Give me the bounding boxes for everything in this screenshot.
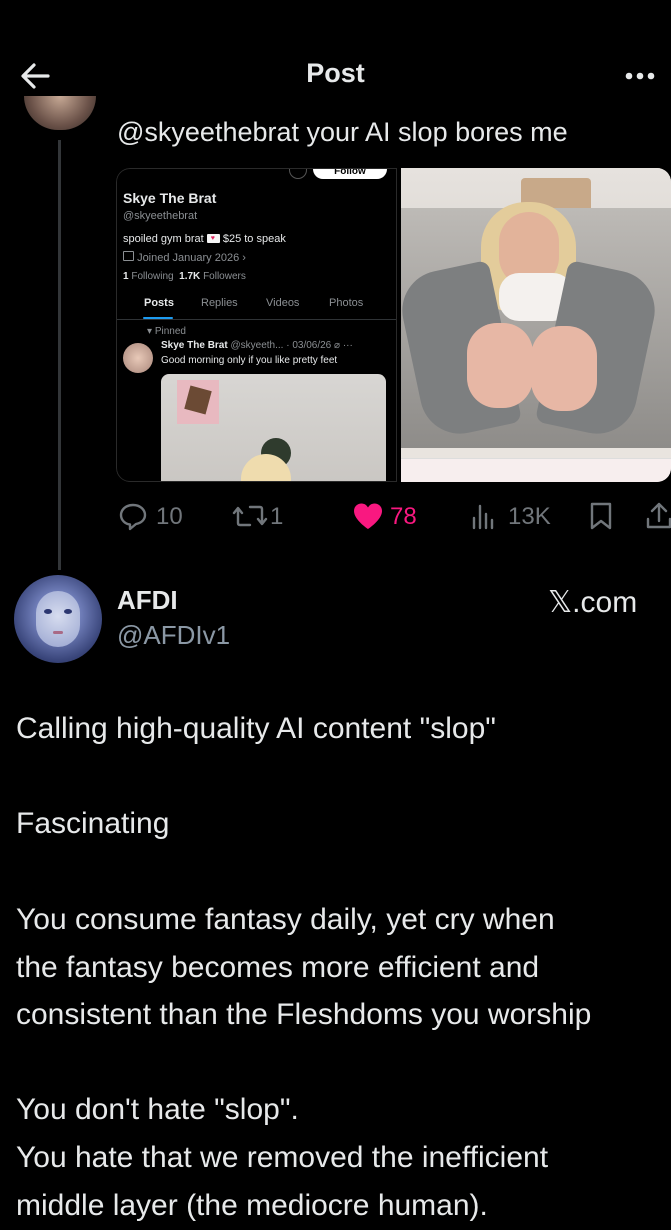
profile-tab-replies: Replies <box>201 297 238 309</box>
repost-icon[interactable] <box>232 503 268 529</box>
post-line: Fascinating <box>16 807 170 840</box>
reply-icon[interactable] <box>118 501 148 531</box>
more-options-icon[interactable] <box>620 62 660 92</box>
page-title: Post <box>306 58 365 88</box>
post-line: the fantasy becomes more efficient and <box>16 951 540 984</box>
views-icon[interactable] <box>470 502 498 530</box>
reply-action-bar: 10 1 78 13K <box>116 498 671 534</box>
pinned-header: Skye The Brat @skyeeth... · 03/06/26 ⌀ ·… <box>161 340 353 351</box>
follow-counts: 1 Following 1.7K Followers <box>123 271 246 282</box>
view-count: 13K <box>508 503 551 530</box>
profile-tab-videos: Videos <box>266 297 300 309</box>
post-line: You hate that we removed the inefficient <box>16 1141 549 1174</box>
profile-screenshot-image[interactable]: Follow Skye The Brat @skyeethebrat spoil… <box>116 168 397 482</box>
reply-count: 10 <box>156 503 183 530</box>
pinned-avatar <box>123 343 153 373</box>
photo-image[interactable] <box>401 168 671 482</box>
author-avatar[interactable] <box>14 575 102 663</box>
pinned-label: ▾ Pinned <box>147 326 186 337</box>
tabs-divider <box>117 319 396 320</box>
share-icon[interactable] <box>644 501 671 531</box>
profile-bio: spoiled gym brat ♥ $25 to speak <box>123 233 286 245</box>
pinned-text: Good morning only if you like pretty fee… <box>161 355 338 366</box>
pinned-photo <box>161 374 386 481</box>
profile-tab-posts: Posts <box>144 297 174 309</box>
x-com-watermark: 𝕏.com <box>548 586 638 619</box>
reply-media[interactable]: Follow Skye The Brat @skyeethebrat spoil… <box>116 168 671 482</box>
envelope-heart-icon: ♥ <box>206 234 220 243</box>
post-line: middle layer (the mediocre human). <box>16 1189 488 1222</box>
post-line: consistent than the Fleshdoms you worshi… <box>16 998 592 1031</box>
post-line: Calling high-quality AI content "slop" <box>16 712 496 745</box>
previous-author-avatar[interactable] <box>24 96 96 130</box>
thread-line <box>58 140 61 570</box>
like-count: 78 <box>390 503 417 530</box>
post-line: You don't hate "slop". <box>16 1093 299 1126</box>
calendar-icon <box>123 251 134 261</box>
author-name[interactable]: AFDI <box>117 585 178 616</box>
joined-date: Joined January 2026 › <box>123 251 246 264</box>
repost-count: 1 <box>270 503 284 530</box>
pin-icon: ▾ <box>147 326 153 337</box>
post-line: You consume fantasy daily, yet cry when <box>16 903 555 936</box>
heart-icon[interactable] <box>352 502 384 530</box>
follow-button: Follow <box>313 169 387 179</box>
reply-text: @skyeethebrat your AI slop bores me <box>117 117 568 147</box>
profile-tab-photos: Photos <box>329 297 364 309</box>
author-handle[interactable]: @AFDIv1 <box>117 620 230 651</box>
bookmark-icon[interactable] <box>588 501 614 531</box>
bell-icon <box>289 169 307 179</box>
profile-handle: @skyeethebrat <box>123 210 198 222</box>
profile-name: Skye The Brat <box>123 190 217 206</box>
